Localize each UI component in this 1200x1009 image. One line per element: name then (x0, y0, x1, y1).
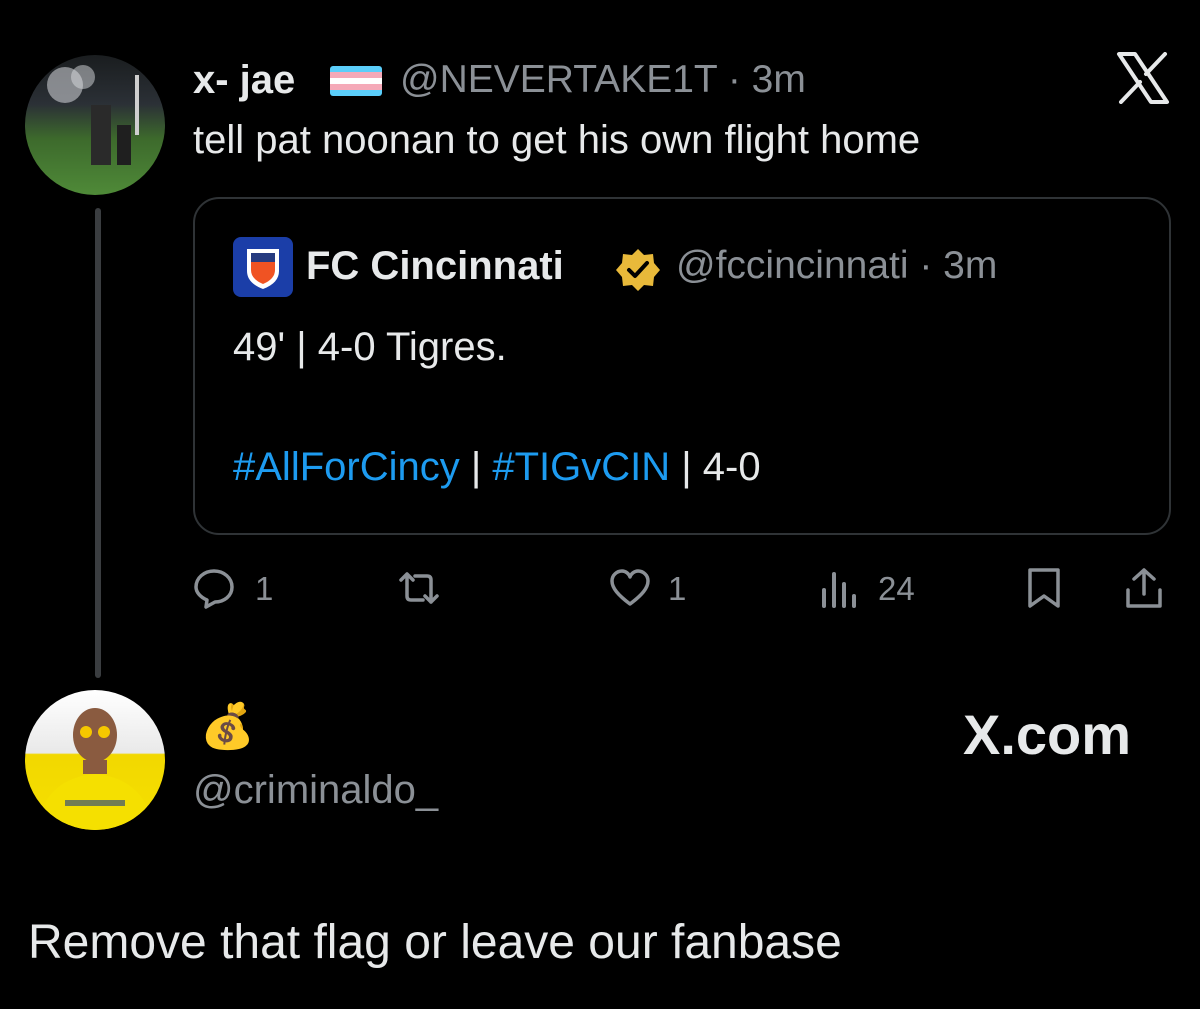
reply-author-avatar[interactable] (25, 690, 165, 830)
money-bag-emoji: 💰 (200, 702, 255, 751)
heart-icon[interactable] (608, 566, 652, 610)
bookmark-icon[interactable] (1022, 566, 1066, 610)
author-handle[interactable]: @NEVERTAKE1T · 3m (400, 58, 806, 102)
quoted-tweet-text: 49' | 4-0 Tigres. (233, 325, 507, 369)
quoted-author-name[interactable]: FC Cincinnati (306, 244, 564, 289)
author-name[interactable]: x- jae (193, 58, 295, 103)
reply-text: Remove that flag or leave our fanbase (28, 916, 842, 969)
retweet-icon[interactable] (397, 566, 441, 610)
hashtag-link[interactable]: #TIGvCIN (492, 445, 670, 489)
reply-author-handle[interactable]: @criminaldo_ (193, 768, 438, 813)
reply-count: 1 (255, 570, 274, 607)
quoted-author-handle[interactable]: @fccincinnati · 3m (676, 244, 997, 288)
thread-line (95, 208, 101, 678)
trans-flag-emoji (330, 66, 382, 96)
verified-badge-icon (616, 249, 660, 291)
quoted-tweet-hashtags: #AllForCincy | #TIGvCIN | 4-0 (233, 445, 761, 490)
score-text: | 4-0 (670, 445, 761, 489)
hashtag-link[interactable]: #AllForCincy (233, 445, 460, 489)
x-com-watermark: X.com (963, 703, 1132, 766)
like-count: 1 (668, 570, 687, 607)
fc-cincinnati-logo-icon (233, 237, 293, 297)
author-avatar[interactable] (25, 55, 165, 195)
views-chart-icon[interactable] (818, 566, 862, 610)
views-count: 24 (878, 570, 915, 607)
share-icon[interactable] (1122, 566, 1166, 610)
reply-icon[interactable] (192, 566, 236, 610)
tweet-text: tell pat noonan to get his own flight ho… (193, 118, 921, 162)
separator: | (459, 445, 493, 489)
x-logo-icon[interactable] (1115, 52, 1171, 104)
